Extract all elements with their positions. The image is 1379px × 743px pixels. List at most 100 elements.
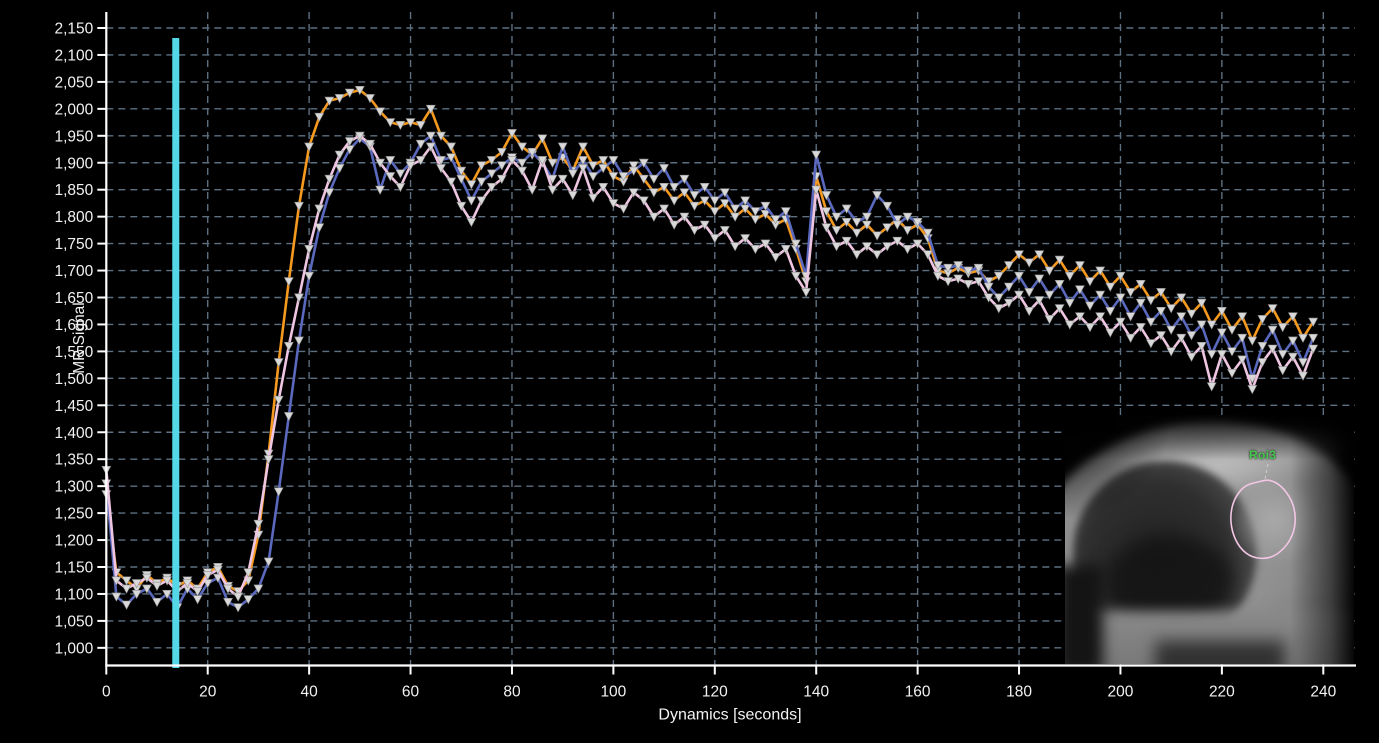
data-point-marker [923,251,932,259]
x-tick-label: 140 [803,684,829,701]
data-point-marker [1147,340,1156,348]
x-tick-label: 80 [503,684,521,701]
data-point-marker [305,245,314,253]
data-point-marker [852,229,861,237]
y-tick-label: 1,100 [55,586,94,603]
data-point-marker [589,162,598,170]
data-point-marker [873,251,882,259]
data-point-marker [1045,315,1054,323]
y-tick-label: 2,150 [55,21,94,38]
data-point-marker [254,520,263,528]
y-tick-label: 1,400 [55,425,94,442]
data-point-marker [903,245,912,253]
data-point-marker [153,598,162,606]
data-point-marker [690,226,699,234]
data-point-marker [650,189,659,197]
data-point-marker [710,208,719,216]
data-point-marker [852,218,861,226]
roi-overlay [1065,415,1354,664]
roi3-contour[interactable] [1231,480,1295,558]
y-tick-label: 1,700 [55,263,94,280]
data-point-marker [558,143,567,151]
data-point-marker [1228,326,1237,334]
y-tick-label: 2,100 [55,47,94,64]
data-point-marker [1065,272,1074,280]
y-tick-label: 1,350 [55,452,94,469]
data-point-marker [994,305,1003,313]
data-point-marker [832,243,841,251]
data-point-marker [1187,332,1196,340]
data-point-marker [873,232,882,240]
data-point-marker [1309,334,1318,342]
data-point-marker [1278,367,1287,375]
data-point-marker [295,337,304,345]
data-point-marker [1086,323,1095,331]
data-point-marker [305,143,314,151]
data-point-marker [1167,326,1176,334]
data-point-marker [335,151,344,159]
data-point-marker [457,175,466,183]
y-tick-label: 1,050 [55,613,94,630]
data-point-marker [1025,288,1034,296]
data-point-marker [1248,337,1257,345]
data-point-marker [193,596,202,604]
x-tick-label: 160 [905,684,931,701]
data-point-marker [274,359,283,367]
data-point-marker [477,197,486,205]
roi-leader-line [1265,464,1268,479]
data-point-marker [670,221,679,229]
y-tick-label: 1,850 [55,182,94,199]
data-point-marker [467,197,476,205]
data-point-marker [670,197,679,205]
y-tick-label: 2,000 [55,101,94,118]
x-tick-label: 180 [1006,684,1032,701]
data-point-marker [295,202,304,210]
data-point-marker [690,191,699,199]
data-point-marker [1147,297,1156,305]
data-point-marker [1126,288,1135,296]
y-tick-label: 1,200 [55,533,94,550]
mri-inset[interactable]: Roi3 [1065,415,1354,664]
data-point-marker [467,218,476,226]
data-point-marker [852,251,861,259]
data-point-marker [284,278,293,286]
data-point-marker [1299,334,1308,342]
x-tick-label: 20 [199,684,217,701]
x-tick-label: 0 [102,684,111,701]
data-point-marker [568,191,577,199]
data-point-marker [447,143,456,151]
roi3-label[interactable]: Roi3 [1249,448,1276,462]
y-tick-label: 2,050 [55,74,94,91]
data-point-marker [751,245,760,253]
data-point-marker [1258,315,1267,323]
y-tick-label: 1,950 [55,128,94,145]
data-point-marker [893,221,902,229]
data-point-marker [1086,302,1095,310]
y-tick-label: 1,250 [55,506,94,523]
data-point-marker [1025,259,1034,267]
data-point-marker [234,604,243,612]
data-point-marker [1086,278,1095,286]
data-point-marker [396,170,405,178]
data-point-marker [467,181,476,189]
data-point-marker [1207,383,1216,391]
data-point-marker [244,569,253,577]
data-point-marker [335,164,344,172]
x-tick-label: 220 [1209,684,1235,701]
data-point-marker [802,288,811,296]
data-point-marker [153,582,162,590]
x-tick-label: 240 [1310,684,1336,701]
y-tick-label: 1,300 [55,479,94,496]
data-point-marker [447,178,456,186]
y-tick-label: 1,750 [55,236,94,253]
data-point-marker [1258,359,1267,367]
data-point-marker [234,593,243,601]
data-point-marker [731,243,740,251]
data-point-marker [1258,342,1267,350]
data-point-marker [1106,283,1115,291]
data-point-marker [284,342,293,350]
y-tick-label: 1,450 [55,398,94,415]
data-point-marker [690,202,699,210]
data-point-marker [1065,299,1074,307]
data-point-marker [812,151,821,159]
